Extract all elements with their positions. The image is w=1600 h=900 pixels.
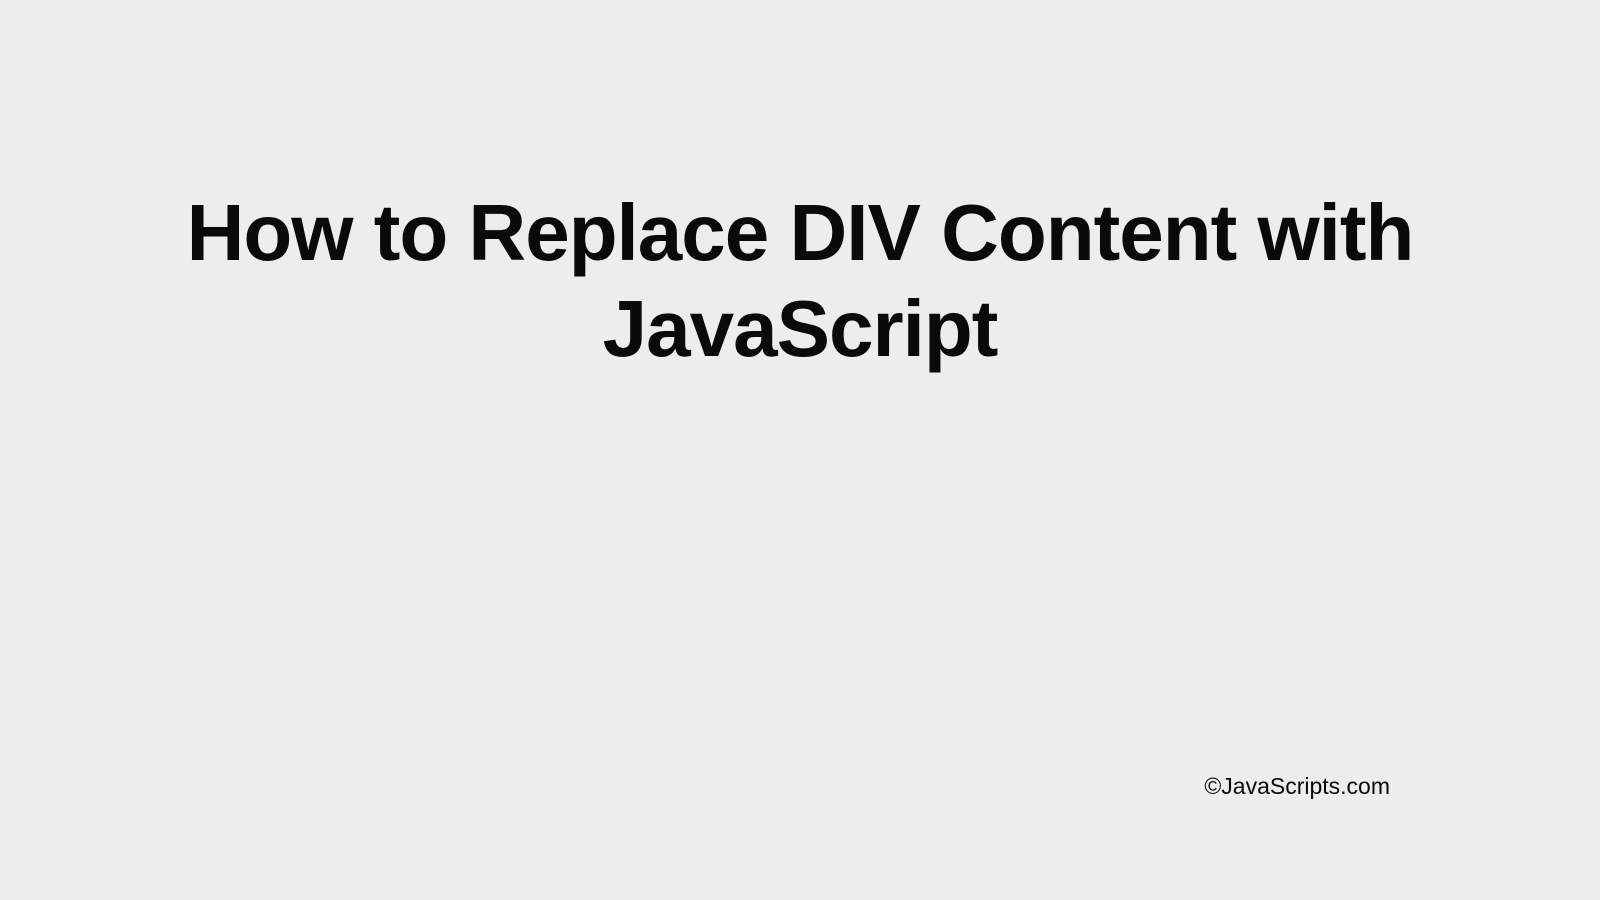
slide-footer: ©JavaScripts.com: [1204, 773, 1390, 800]
slide-title: How to Replace DIV Content with JavaScri…: [80, 185, 1520, 377]
slide-container: How to Replace DIV Content with JavaScri…: [0, 0, 1600, 900]
